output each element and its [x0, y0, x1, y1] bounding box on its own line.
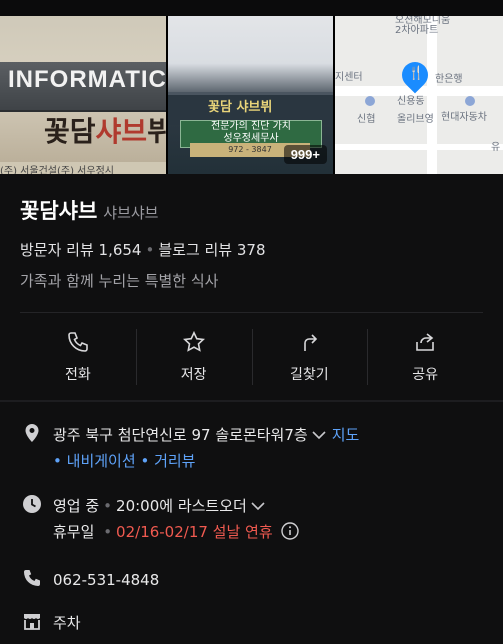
address-row: 광주 북구 첨단연신로 97 솔로몬타워7층 지도 • 내비게이션 • 거리뷰	[22, 422, 359, 474]
bullet: •	[53, 452, 62, 470]
chevron-down-icon[interactable]	[312, 422, 326, 448]
building-banner-line1: 전문가의 진단 가치	[211, 121, 291, 132]
share-button[interactable]: 공유	[367, 313, 483, 399]
map-label-hyundai: 현대자동차	[441, 112, 487, 123]
phone-icon	[24, 570, 40, 586]
photo-building[interactable]: 꽃담 샤브뷔 전문가의 진단 가치 성우정세무사 972 - 3847 999+	[168, 16, 333, 174]
clock-icon	[23, 495, 41, 513]
map-poi-icon	[465, 96, 475, 106]
navigation-link[interactable]: 내비게이션	[67, 452, 136, 470]
map-label-olive: 올리브영	[397, 114, 434, 125]
place-name: 꽃담샤브	[20, 199, 98, 223]
save-label: 저장	[180, 367, 207, 383]
photo-strip[interactable]: INFORMATIC 꽃담샤브뷔 (주) 서울건설(주) 서우정시 꽃담 샤브뷔…	[0, 16, 503, 174]
map-label-apt: 오션해모니움 2차아파트	[395, 16, 451, 36]
business-status: 영업 중	[53, 497, 100, 515]
call-button[interactable]: 전화	[20, 313, 136, 399]
phone-icon	[66, 328, 90, 356]
address-links: • 내비게이션 • 거리뷰	[53, 448, 359, 474]
separator-dot: •	[145, 241, 155, 259]
hours-line[interactable]: 영업 중 • 20:00에 라스트오더	[53, 493, 299, 519]
share-icon	[413, 328, 437, 356]
holiday-line: 휴무일 • 02/16-02/17 설날 연휴	[53, 519, 300, 548]
hours-block: 영업 중 • 20:00에 라스트오더 휴무일 • 02/16-02/17 설날 연휴	[53, 493, 300, 548]
map-link[interactable]: 지도	[332, 426, 360, 444]
info-icon[interactable]	[281, 522, 300, 548]
section-divider	[0, 400, 503, 402]
building-sign: 꽃담 샤브뷔	[208, 100, 273, 115]
map-label-bank: 한은행	[435, 74, 463, 85]
map-road	[335, 144, 503, 150]
visitor-review-link[interactable]: 방문자 리뷰 1,654	[20, 241, 141, 259]
address-text[interactable]: 광주 북구 첨단연신로 97 솔로몬타워7층	[53, 426, 308, 444]
place-description: 가족과 함께 누리는 특별한 식사	[20, 272, 219, 290]
action-bar: 전화 저장 길찾기 공유	[20, 312, 483, 399]
map-label-center: 지센터	[335, 72, 363, 83]
phone-row: 062-531-4848	[22, 567, 159, 593]
star-icon	[182, 328, 206, 356]
photo-count-badge: 999+	[283, 145, 327, 164]
map-label-shinhan: 신협	[357, 114, 376, 125]
sign-subtext: (주) 서울건설(주) 서우정시	[0, 162, 166, 174]
directions-label: 길찾기	[290, 367, 329, 383]
address-block: 광주 북구 첨단연신로 97 솔로몬타워7층 지도 • 내비게이션 • 거리뷰	[53, 422, 359, 474]
sign-logo-a: 꽃담	[44, 115, 96, 148]
store-icon	[24, 614, 40, 630]
separator-dot: •	[103, 523, 113, 541]
last-order: 20:00에 라스트오더	[116, 497, 247, 515]
place-header: 꽃담샤브 샤브샤브	[20, 195, 158, 225]
sign-text: INFORMATIC	[8, 66, 166, 93]
directions-button[interactable]: 길찾기	[251, 313, 368, 399]
sign-logo: 꽃담샤브뷔	[44, 110, 166, 150]
location-pin-icon	[25, 424, 39, 442]
status-bar	[0, 0, 503, 16]
parking-row: 주차	[22, 610, 81, 636]
blog-review-link[interactable]: 블로그 리뷰 378	[158, 241, 265, 259]
share-label: 공유	[412, 367, 438, 383]
photo-map-thumbnail[interactable]: 오션해모니움 2차아파트 지센터 한은행 🍴 신용동 신협 올리브영 현대자동차 …	[335, 16, 503, 174]
phone-number[interactable]: 062-531-4848	[53, 567, 159, 593]
hours-row: 영업 중 • 20:00에 라스트오더 휴무일 • 02/16-02/17 설날 연휴	[22, 493, 300, 548]
call-label: 전화	[64, 367, 91, 383]
map-label-station: 신용동	[397, 96, 425, 107]
map-poi-icon	[365, 96, 375, 106]
photo-signboard[interactable]: INFORMATIC 꽃담샤브뷔 (주) 서울건설(주) 서우정시	[0, 16, 166, 174]
fork-knife-icon: 🍴	[408, 66, 425, 81]
place-category: 샤브샤브	[103, 204, 159, 222]
directions-icon	[297, 328, 321, 356]
chevron-down-icon[interactable]	[251, 493, 265, 519]
map-road	[427, 16, 437, 174]
parking-text[interactable]: 주차	[53, 610, 81, 636]
separator-dot: •	[103, 497, 113, 515]
bullet: •	[140, 452, 150, 470]
address-line: 광주 북구 첨단연신로 97 솔로몬타워7층 지도	[53, 422, 359, 448]
street-view-link[interactable]: 거리뷰	[154, 452, 195, 470]
sign-logo-b: 샤브	[95, 115, 148, 148]
map-label-yu: 유	[491, 142, 501, 153]
save-button[interactable]: 저장	[135, 313, 252, 399]
holiday-value: 02/16-02/17 설날 연휴	[116, 523, 273, 541]
holiday-label: 휴무일	[53, 523, 95, 541]
review-summary: 방문자 리뷰 1,654 • 블로그 리뷰 378	[20, 239, 266, 260]
sign-logo-c: 뷔	[147, 115, 166, 148]
